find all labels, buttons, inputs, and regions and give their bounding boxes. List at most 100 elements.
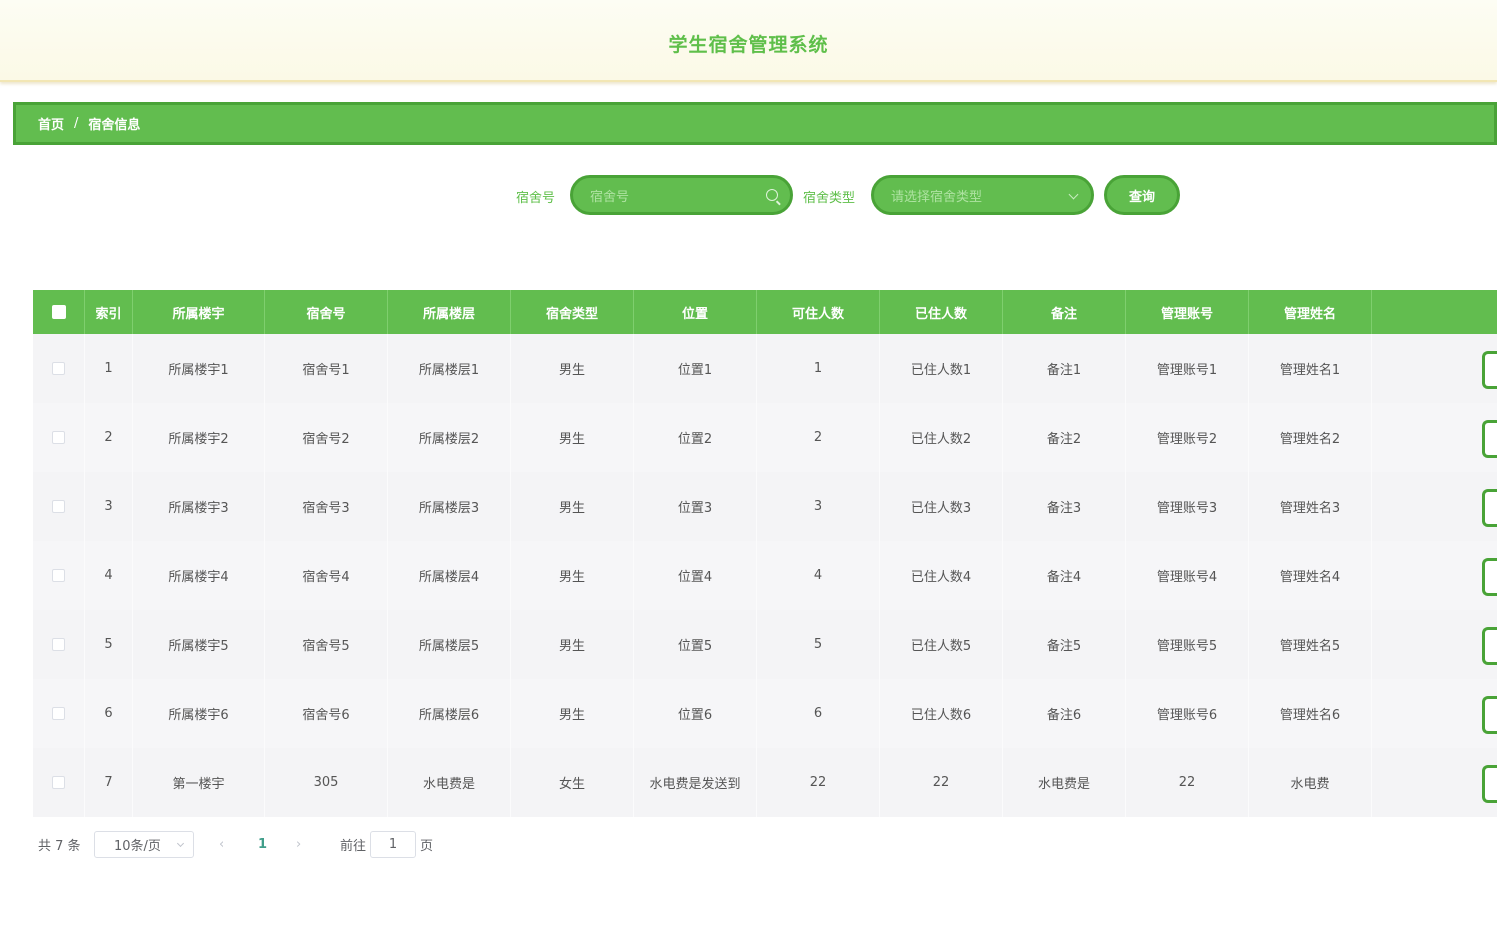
- next-page-button[interactable]: ›: [296, 830, 301, 858]
- table-cell: 1: [757, 334, 880, 403]
- room-type-placeholder: 请选择宿舍类型: [891, 189, 983, 205]
- prev-page-button[interactable]: ‹: [219, 830, 224, 858]
- table-cell: 宿舍号5: [265, 610, 388, 679]
- table-cell: 管理姓名3: [1249, 472, 1372, 541]
- chevron-down-icon: [1068, 189, 1079, 200]
- breadcrumb: 首页 / 宿舍信息: [13, 102, 1497, 145]
- row-action-button[interactable]: [1482, 351, 1497, 389]
- checkbox-icon: [52, 569, 65, 582]
- total-count: 共 7 条: [38, 838, 81, 854]
- row-action-button[interactable]: [1482, 765, 1497, 803]
- app-title: 学生宿舍管理系统: [668, 34, 829, 56]
- row-action-button[interactable]: [1482, 627, 1497, 665]
- row-action-button[interactable]: [1482, 558, 1497, 596]
- query-button[interactable]: 查询: [1104, 175, 1180, 215]
- table-cell: 水电费: [1249, 748, 1372, 817]
- table-cell: 管理账号1: [1126, 334, 1249, 403]
- column-header[interactable]: 可住人数: [757, 290, 880, 334]
- table-row[interactable]: 5 所属楼宇5 宿舍号5 所属楼层5 男生 位置5 5 已住人数5 备注5 管理账号5 管理姓名5: [33, 610, 1497, 679]
- select-all-checkbox[interactable]: [33, 290, 85, 334]
- table-cell: 男生: [511, 610, 634, 679]
- row-action-button[interactable]: [1482, 420, 1497, 458]
- chevron-down-icon: [176, 839, 185, 848]
- goto-label: 前往: [340, 838, 367, 854]
- column-header[interactable]: 所属楼层: [388, 290, 511, 334]
- row-checkbox[interactable]: [33, 403, 85, 472]
- column-header[interactable]: 管理姓名: [1249, 290, 1372, 334]
- table-cell: 宿舍号3: [265, 472, 388, 541]
- table-row[interactable]: 3 所属楼宇3 宿舍号3 所属楼层3 男生 位置3 3 已住人数3 备注3 管理账号3 管理姓名3: [33, 472, 1497, 541]
- table-cell: 所属楼宇3: [133, 472, 265, 541]
- goto-page-input[interactable]: 1: [370, 831, 416, 858]
- page-size-select[interactable]: 10条/页: [94, 831, 194, 858]
- table-cell: 宿舍号6: [265, 679, 388, 748]
- checkbox-icon: [52, 707, 65, 720]
- row-checkbox[interactable]: [33, 748, 85, 817]
- room-label: 宿舍号: [516, 191, 556, 206]
- table-cell: 5: [757, 610, 880, 679]
- row-checkbox[interactable]: [33, 472, 85, 541]
- table-row[interactable]: 4 所属楼宇4 宿舍号4 所属楼层4 男生 位置4 4 已住人数4 备注4 管理账号4 管理姓名4: [33, 541, 1497, 610]
- row-checkbox[interactable]: [33, 541, 85, 610]
- column-header-actions: [1372, 290, 1497, 334]
- table-cell: 7: [85, 748, 133, 817]
- row-action-button[interactable]: [1482, 696, 1497, 734]
- table-cell: 5: [85, 610, 133, 679]
- room-type-select[interactable]: 请选择宿舍类型: [871, 175, 1094, 215]
- table-header: 索引 所属楼宇 宿舍号 所属楼层 宿舍类型 位置 可住人数 已住人数 备注 管理账号 管理姓名: [33, 290, 1497, 334]
- column-header[interactable]: 索引: [85, 290, 133, 334]
- table-cell: 6: [85, 679, 133, 748]
- table-cell: 所属楼宇2: [133, 403, 265, 472]
- table-cell: 宿舍号4: [265, 541, 388, 610]
- column-header[interactable]: 宿舍号: [265, 290, 388, 334]
- table-cell: 男生: [511, 679, 634, 748]
- table-cell: 2: [85, 403, 133, 472]
- table-cell: 已住人数3: [880, 472, 1003, 541]
- column-header[interactable]: 备注: [1003, 290, 1126, 334]
- table-cell: 管理姓名6: [1249, 679, 1372, 748]
- table-cell: 位置1: [634, 334, 757, 403]
- checkbox-icon: [51, 305, 66, 319]
- row-checkbox[interactable]: [33, 610, 85, 679]
- table-cell: 宿舍号1: [265, 334, 388, 403]
- checkbox-icon: [52, 431, 65, 444]
- table-cell: 所属楼宇6: [133, 679, 265, 748]
- table-cell: 22: [757, 748, 880, 817]
- table-cell: 备注3: [1003, 472, 1126, 541]
- table-cell: 1: [85, 334, 133, 403]
- table-cell: 所属楼层5: [388, 610, 511, 679]
- table-row[interactable]: 6 所属楼宇6 宿舍号6 所属楼层6 男生 位置6 6 已住人数6 备注6 管理账号6 管理姓名6: [33, 679, 1497, 748]
- table-cell: 管理账号2: [1126, 403, 1249, 472]
- table-cell: 已住人数5: [880, 610, 1003, 679]
- table-cell: 男生: [511, 541, 634, 610]
- table-cell: 管理账号3: [1126, 472, 1249, 541]
- table-cell: 水电费是: [388, 748, 511, 817]
- table-row[interactable]: 7 第一楼宇 305 水电费是 女生 水电费是发送到 22 22 水电费是 22 水电费: [33, 748, 1497, 817]
- column-header[interactable]: 已住人数: [880, 290, 1003, 334]
- page-number-current[interactable]: 1: [258, 830, 267, 858]
- row-action-button[interactable]: [1482, 489, 1497, 527]
- column-header[interactable]: 宿舍类型: [511, 290, 634, 334]
- table-cell: 2: [757, 403, 880, 472]
- table-cell: 所属楼层3: [388, 472, 511, 541]
- breadcrumb-separator: /: [74, 116, 79, 131]
- table-cell: 4: [85, 541, 133, 610]
- table-cell: 管理账号6: [1126, 679, 1249, 748]
- column-header[interactable]: 位置: [634, 290, 757, 334]
- table-cell: 管理姓名4: [1249, 541, 1372, 610]
- column-header[interactable]: 管理账号: [1126, 290, 1249, 334]
- row-checkbox[interactable]: [33, 334, 85, 403]
- table-cell: 已住人数4: [880, 541, 1003, 610]
- room-search-input[interactable]: 宿舍号: [570, 175, 793, 215]
- column-header[interactable]: 所属楼宇: [133, 290, 265, 334]
- table-row[interactable]: 2 所属楼宇2 宿舍号2 所属楼层2 男生 位置2 2 已住人数2 备注2 管理账号2 管理姓名2: [33, 403, 1497, 472]
- table-cell: 管理账号5: [1126, 610, 1249, 679]
- table-cell: 位置2: [634, 403, 757, 472]
- breadcrumb-home[interactable]: 首页: [38, 114, 64, 133]
- table-cell: 位置6: [634, 679, 757, 748]
- page-size-value: 10条/页: [114, 839, 161, 854]
- table-row[interactable]: 1 所属楼宇1 宿舍号1 所属楼层1 男生 位置1 1 已住人数1 备注1 管理账号1 管理姓名1: [33, 334, 1497, 403]
- row-checkbox[interactable]: [33, 679, 85, 748]
- goto-suffix: 页: [420, 838, 434, 854]
- table-cell: 6: [757, 679, 880, 748]
